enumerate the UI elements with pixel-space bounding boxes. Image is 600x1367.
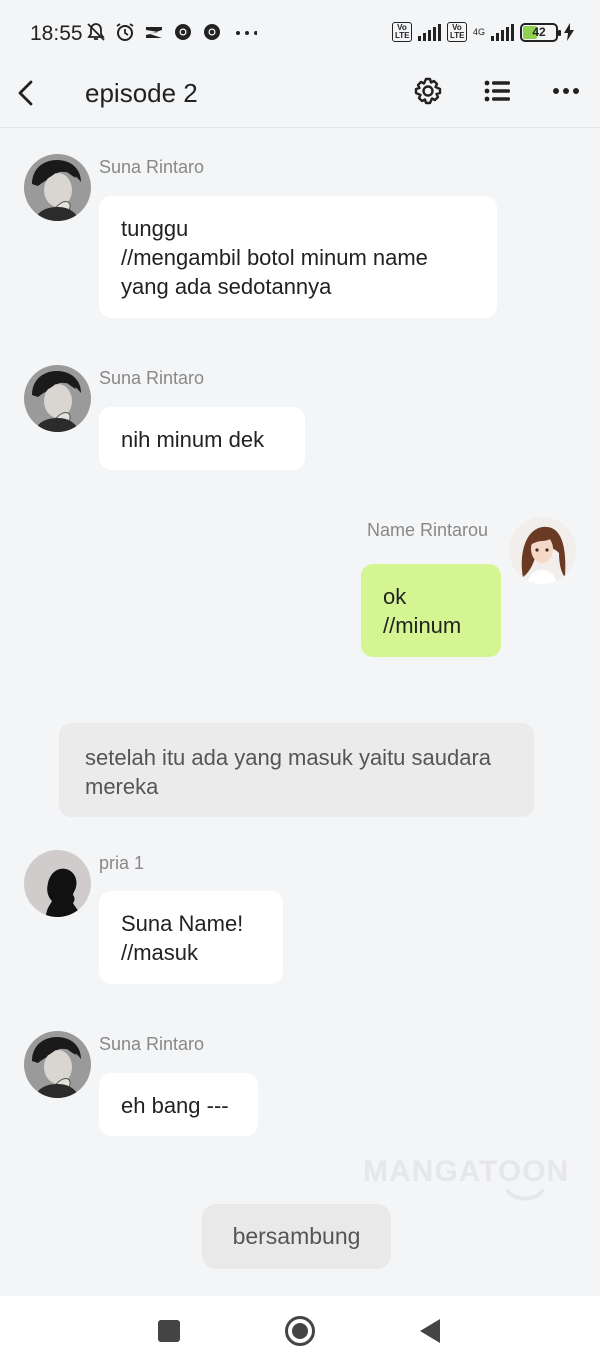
- message-bubble[interactable]: Suna Name! //masuk: [99, 891, 283, 984]
- watermark: MANGATOON: [363, 1155, 570, 1188]
- gear-icon[interactable]: [414, 77, 442, 105]
- status-bar: 18:55 Vo LTE Vo LTE 4G 42: [0, 0, 600, 70]
- charging-icon: [564, 23, 574, 41]
- alarm-icon: [116, 23, 134, 41]
- capcut-icon: [146, 27, 162, 38]
- sender-name: Suna Rintaro: [99, 157, 205, 177]
- nav-back-icon[interactable]: [418, 1318, 442, 1344]
- network-label: 4G: [472, 26, 485, 37]
- avatar[interactable]: [24, 365, 91, 432]
- back-arrow-icon[interactable]: [14, 78, 38, 108]
- volte-badge: Vo LTE: [391, 22, 412, 42]
- home-icon[interactable]: [284, 1315, 316, 1347]
- system-nav-bar: [0, 1296, 600, 1367]
- bell-off-icon: [87, 23, 105, 41]
- network-indicator: 4G: [472, 26, 485, 37]
- list-icon[interactable]: [484, 79, 510, 103]
- avatar[interactable]: [24, 1031, 91, 1098]
- more-dots-icon[interactable]: [552, 87, 580, 95]
- avatar[interactable]: [24, 850, 91, 917]
- avatar[interactable]: [509, 517, 576, 584]
- message-bubble[interactable]: eh bang ---: [99, 1073, 258, 1136]
- avatar-suna-image: [24, 365, 91, 432]
- narration-box: setelah itu ada yang masuk yaitu saudara…: [59, 723, 534, 817]
- avatar-silhouette-image: [24, 850, 91, 917]
- page-title: episode 2: [85, 78, 198, 108]
- signal-icon: [417, 23, 441, 41]
- battery-level: 42: [532, 24, 546, 39]
- more-dots-icon: [236, 31, 257, 35]
- volte-badge: Vo LTE: [446, 22, 467, 42]
- notification-icons: [86, 22, 257, 42]
- watermark-smile-icon: [506, 1189, 544, 1201]
- avatar-suna-image: [24, 1031, 91, 1098]
- signal-icon: [491, 23, 514, 41]
- message-bubble[interactable]: nih minum dek: [99, 407, 305, 470]
- sender-name: Suna Rintaro: [99, 368, 205, 388]
- message-bubble-self[interactable]: ok //minum: [361, 564, 501, 657]
- battery-icon: 42: [520, 22, 561, 42]
- avatar[interactable]: [24, 154, 91, 221]
- sender-name: Suna Rintaro: [99, 1034, 205, 1054]
- continue-button[interactable]: bersambung: [202, 1204, 391, 1269]
- chrome-icon: [175, 24, 191, 40]
- avatar-suna-image: [24, 154, 91, 221]
- sender-name: Name Rintarou: [367, 520, 489, 540]
- system-icons: Vo LTE Vo LTE 4G 42: [391, 22, 574, 42]
- sender-name: pria 1: [99, 853, 145, 873]
- message-bubble[interactable]: tunggu //mengambil botol minum name yang…: [99, 196, 497, 318]
- avatar-name-image: [509, 517, 576, 584]
- top-app-bar: episode 2: [0, 70, 600, 128]
- chrome-icon: [204, 24, 220, 40]
- status-time: 18:55: [30, 22, 83, 45]
- recents-icon[interactable]: [158, 1320, 180, 1342]
